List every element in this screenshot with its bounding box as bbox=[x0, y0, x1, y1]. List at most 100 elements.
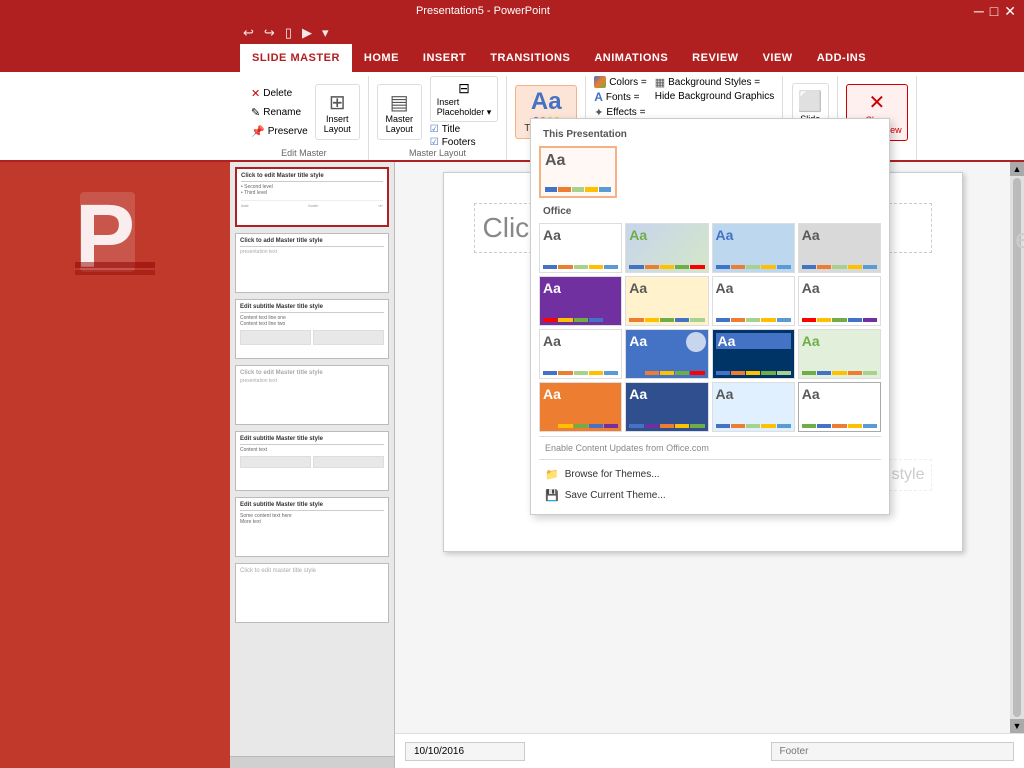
footer-field[interactable] bbox=[771, 742, 1015, 761]
powerpoint-logo-panel: P bbox=[0, 162, 230, 768]
slide-thumb-7[interactable]: Click to edit master title style bbox=[235, 563, 389, 623]
qat-dropdown[interactable]: ▾ bbox=[319, 25, 332, 41]
theme-office15[interactable]: Aa bbox=[712, 382, 795, 432]
colors-btn[interactable]: Colors = bbox=[594, 76, 647, 88]
fonts-icon: A bbox=[594, 90, 603, 104]
close-master-icon: ✕ bbox=[869, 90, 886, 115]
preserve-icon: 📌 bbox=[251, 125, 265, 138]
theme-office6-aa: Aa bbox=[629, 280, 704, 296]
tab-home[interactable]: HOME bbox=[352, 44, 411, 72]
slide-6-title: Edit subtitle Master title style bbox=[240, 502, 384, 508]
minimize-btn[interactable]: ─ bbox=[974, 3, 984, 19]
ribbon-group-master-layout: ▤ MasterLayout ⊟ InsertPlaceholder ▾ ☑ T… bbox=[369, 76, 508, 160]
qat-save[interactable]: ▯ bbox=[282, 25, 295, 41]
effects-label: Effects = bbox=[606, 107, 645, 118]
tab-slide-master[interactable]: SLIDE MASTER bbox=[240, 44, 352, 72]
theme-office7-aa: Aa bbox=[716, 280, 791, 296]
save-theme-icon: 💾 bbox=[545, 489, 559, 502]
slides-sidebar: Click to edit Master title style • Secon… bbox=[230, 162, 395, 768]
slide-7-title: Click to edit master title style bbox=[240, 568, 384, 574]
tab-view[interactable]: VIEW bbox=[751, 44, 805, 72]
tab-insert[interactable]: INSERT bbox=[411, 44, 478, 72]
master-layout-group-label: Master Layout bbox=[409, 148, 466, 160]
theme-office14[interactable]: Aa bbox=[625, 382, 708, 432]
slide-bottom-bar bbox=[395, 733, 1024, 768]
title-bar-text: Presentation5 - PowerPoint bbox=[0, 5, 966, 17]
current-theme-item[interactable]: Aa bbox=[539, 146, 617, 198]
theme-office14-aa: Aa bbox=[629, 386, 704, 402]
slide-4-title: Click to edit Master title style bbox=[240, 370, 384, 376]
scroll-up-btn[interactable]: ▲ bbox=[1010, 162, 1024, 176]
theme-office12[interactable]: Aa bbox=[798, 329, 881, 379]
qat-play[interactable]: ▶ bbox=[299, 25, 315, 41]
slide-thumb-4[interactable]: Click to edit Master title style present… bbox=[235, 365, 389, 425]
theme-office7[interactable]: Aa bbox=[712, 276, 795, 326]
maximize-btn[interactable]: □ bbox=[990, 3, 998, 19]
theme-office1-aa: Aa bbox=[543, 227, 618, 243]
theme-office13-aa: Aa bbox=[543, 386, 618, 402]
bg-styles-btn[interactable]: ▦ Background Styles = bbox=[655, 76, 775, 89]
hide-bg-btn[interactable]: Hide Background Graphics bbox=[655, 91, 775, 102]
office-themes-grid: Aa Aa Aa Aa bbox=[539, 223, 881, 432]
theme-office12-aa: Aa bbox=[802, 333, 877, 349]
tab-animations[interactable]: ANIMATIONS bbox=[582, 44, 680, 72]
ribbon-tab-bar: SLIDE MASTER HOME INSERT TRANSITIONS ANI… bbox=[0, 44, 1024, 72]
theme-office4-aa: Aa bbox=[802, 227, 877, 243]
theme-office4[interactable]: Aa bbox=[798, 223, 881, 273]
master-layout-btn[interactable]: ▤ MasterLayout bbox=[377, 84, 422, 141]
qat-redo[interactable]: ↪ bbox=[261, 25, 278, 41]
theme-office10[interactable]: Aa bbox=[625, 329, 708, 379]
preserve-btn[interactable]: 📌 Preserve bbox=[248, 123, 311, 140]
slide-thumb-1[interactable]: Click to edit Master title style • Secon… bbox=[235, 167, 389, 227]
scroll-down-btn[interactable]: ▼ bbox=[1010, 719, 1024, 733]
delete-btn[interactable]: ✕ Delete bbox=[248, 85, 311, 102]
theme-office11[interactable]: Aa bbox=[712, 329, 795, 379]
rename-icon: ✎ bbox=[251, 106, 260, 119]
theme-office13[interactable]: Aa bbox=[539, 382, 622, 432]
date-field[interactable] bbox=[405, 742, 525, 761]
slide-thumb-3[interactable]: Edit subtitle Master title style Content… bbox=[235, 299, 389, 359]
this-presentation-label: This Presentation bbox=[539, 127, 881, 142]
colors-label: Colors = bbox=[609, 77, 647, 88]
delete-label: Delete bbox=[263, 88, 292, 99]
title-checkbox[interactable]: ☑ Title bbox=[430, 124, 499, 135]
tab-transitions[interactable]: TRANSITIONS bbox=[478, 44, 582, 72]
slide-right-title: er title bbox=[1015, 223, 1024, 255]
scroll-thumb[interactable] bbox=[1013, 178, 1021, 717]
slide-size-icon: ⬜ bbox=[798, 89, 823, 114]
slides-scrollbar[interactable] bbox=[230, 756, 394, 768]
browse-themes-action[interactable]: 📁 Browse for Themes... bbox=[539, 464, 881, 485]
edit-master-buttons: ✕ Delete ✎ Rename 📌 Preserve ⊞ InsertLay… bbox=[248, 76, 360, 148]
close-btn[interactable]: ✕ bbox=[1004, 3, 1016, 20]
footers-check-icon: ☑ bbox=[430, 137, 439, 148]
slide-thumb-5[interactable]: Edit subtitle Master title style Content… bbox=[235, 431, 389, 491]
tab-review[interactable]: REVIEW bbox=[680, 44, 750, 72]
theme-office5-aa: Aa bbox=[543, 280, 618, 296]
footers-checkbox[interactable]: ☑ Footers bbox=[430, 137, 499, 148]
insert-placeholder-btn[interactable]: ⊟ InsertPlaceholder ▾ bbox=[430, 76, 499, 122]
browse-themes-label: Browse for Themes... bbox=[565, 469, 660, 480]
slide-thumb-2[interactable]: Click to add Master title style presenta… bbox=[235, 233, 389, 293]
fonts-btn[interactable]: A Fonts = bbox=[594, 90, 647, 104]
theme-office2[interactable]: Aa bbox=[625, 223, 708, 273]
save-theme-action[interactable]: 💾 Save Current Theme... bbox=[539, 485, 881, 506]
bg-styles-icon: ▦ bbox=[655, 76, 665, 89]
rename-btn[interactable]: ✎ Rename bbox=[248, 104, 311, 121]
theme-office9[interactable]: Aa bbox=[539, 329, 622, 379]
slide-thumb-6[interactable]: Edit subtitle Master title style Some co… bbox=[235, 497, 389, 557]
theme-office16-aa: Aa bbox=[802, 386, 877, 402]
themes-dropdown: This Presentation Aa Office Aa bbox=[530, 118, 890, 515]
themes-aa-icon: Aa bbox=[531, 90, 562, 114]
theme-office8[interactable]: Aa bbox=[798, 276, 881, 326]
insert-layout-btn[interactable]: ⊞ InsertLayout bbox=[315, 84, 360, 141]
qat-undo[interactable]: ↩ bbox=[240, 25, 257, 41]
office-label: Office bbox=[539, 204, 881, 219]
theme-office6[interactable]: Aa bbox=[625, 276, 708, 326]
theme-office1[interactable]: Aa bbox=[539, 223, 622, 273]
theme-office5[interactable]: Aa bbox=[539, 276, 622, 326]
theme-office3[interactable]: Aa bbox=[712, 223, 795, 273]
slide-2-title: Click to add Master title style bbox=[240, 238, 384, 244]
tab-add-ins[interactable]: ADD-INS bbox=[805, 44, 878, 72]
theme-office16[interactable]: Aa bbox=[798, 382, 881, 432]
slide-thumbnails-area: Click to edit Master title style • Secon… bbox=[230, 162, 394, 756]
